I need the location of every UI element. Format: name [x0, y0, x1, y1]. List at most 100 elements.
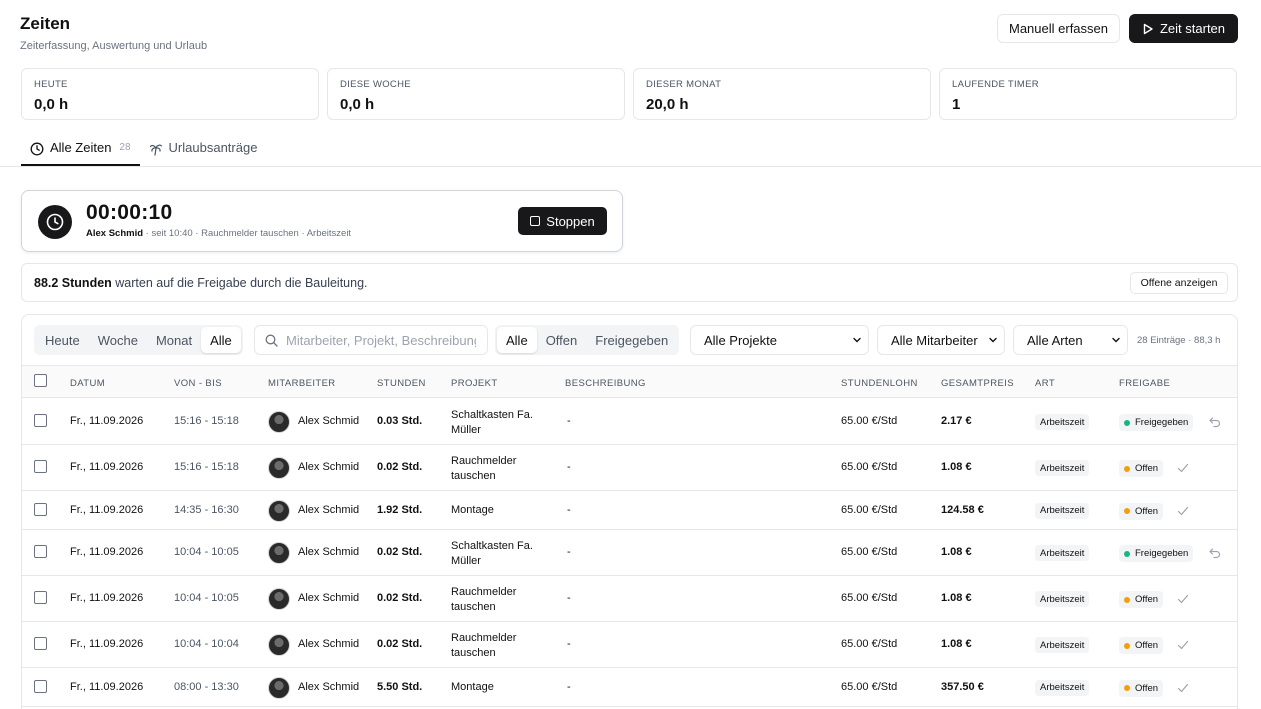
- tab-divider: [0, 166, 1261, 167]
- project-select-value: Alle Projekte: [704, 332, 777, 348]
- cell-date: Fr., 11.09.2026: [70, 503, 144, 516]
- cell-project: Schaltkasten Fa. Müller: [451, 408, 533, 438]
- stat-value: 0,0 h: [34, 96, 69, 113]
- cell-description: -: [567, 546, 571, 558]
- table-row[interactable]: Fr., 11.09.2026 10:04 - 10:05 Alex Schmi…: [22, 576, 1237, 622]
- table-row[interactable]: Fr., 11.09.2026 15:16 - 15:18 Alex Schmi…: [22, 399, 1237, 445]
- cell-description: -: [567, 415, 571, 427]
- column-header: DATUM: [70, 378, 106, 389]
- approve-check-icon[interactable]: [1176, 504, 1190, 518]
- undo-icon[interactable]: [1208, 546, 1222, 560]
- undo-icon[interactable]: [1208, 415, 1222, 429]
- tab-all-times[interactable]: Alle Zeiten 28: [21, 137, 140, 166]
- approve-check-icon[interactable]: [1176, 461, 1190, 475]
- timer-user: Alex Schmid: [86, 228, 144, 239]
- stat-week: DIESE WOCHE 0,0 h: [327, 68, 625, 120]
- kind-select[interactable]: Alle Arten: [1013, 325, 1128, 355]
- row-checkbox[interactable]: [34, 414, 47, 427]
- kind-select-value: Alle Arten: [1027, 332, 1083, 348]
- timer-details: · seit 10:40 · Rauchmelder tauschen · Ar…: [143, 228, 352, 239]
- range-week[interactable]: Woche: [89, 327, 147, 353]
- row-checkbox[interactable]: [34, 460, 47, 473]
- table-row[interactable]: Fr., 11.09.2026 15:16 - 15:18 Alex Schmi…: [22, 445, 1237, 491]
- cell-total: 2.17 €: [941, 415, 972, 427]
- cell-time-range: 08:00 - 13:30: [174, 680, 239, 693]
- cell-date: Fr., 11.09.2026: [70, 592, 144, 604]
- page-header: Zeiten Zeiterfassung, Auswertung und Url…: [20, 14, 207, 52]
- cell-rate: 65.00 €/Std: [841, 546, 898, 558]
- chevron-down-icon: [989, 337, 997, 343]
- approve-check-icon[interactable]: [1176, 681, 1190, 695]
- cell-time-range: 15:16 - 15:18: [174, 461, 239, 473]
- column-header: BESCHREIBUNG: [565, 378, 646, 389]
- cell-time-range: 15:16 - 15:18: [174, 415, 239, 427]
- range-today[interactable]: Heute: [36, 327, 89, 353]
- status-all[interactable]: Alle: [497, 327, 537, 353]
- row-checkbox[interactable]: [34, 679, 47, 693]
- status-open[interactable]: Offen: [537, 327, 587, 353]
- cell-employee: Alex Schmid: [298, 680, 360, 693]
- row-checkbox[interactable]: [34, 502, 47, 516]
- banner-text: 88.2 Stunden warten auf die Freigabe dur…: [34, 276, 368, 290]
- project-line: Rauchmelder: [451, 455, 517, 467]
- select-all-checkbox[interactable]: [34, 374, 47, 387]
- tab-label: Urlaubsanträge: [168, 140, 258, 155]
- page-subtitle: Zeiterfassung, Auswertung und Urlaub: [20, 40, 208, 52]
- project-line: Rauchmelder: [451, 586, 517, 598]
- cell-total: 1.08 €: [941, 546, 972, 558]
- status-label: Freigegeben: [1135, 548, 1189, 559]
- cell-total: 1.08 €: [941, 592, 972, 604]
- row-checkbox[interactable]: [34, 637, 47, 650]
- start-timer-label: Zeit starten: [1159, 21, 1226, 36]
- row-checkbox[interactable]: [34, 545, 47, 558]
- status-approved[interactable]: Freigegeben: [586, 327, 677, 353]
- show-open-button[interactable]: Offene anzeigen: [1130, 272, 1228, 294]
- cell-employee: Alex Schmid: [298, 415, 360, 427]
- project-select[interactable]: Alle Projekte: [690, 325, 869, 355]
- play-icon: [1143, 23, 1153, 34]
- approve-check-icon[interactable]: [1176, 638, 1190, 652]
- search-input[interactable]: [286, 332, 476, 348]
- cell-employee: Alex Schmid: [298, 461, 360, 473]
- start-timer-button[interactable]: Zeit starten: [1129, 14, 1238, 43]
- cell-project: Schaltkasten Fa. Müller: [451, 539, 533, 569]
- project-line: Müller: [451, 555, 481, 567]
- cell-project: Rauchmelder tauschen: [451, 631, 516, 661]
- kind-badge: Arbeitszeit: [1035, 637, 1090, 653]
- cell-project: Montage: [451, 680, 494, 693]
- range-month[interactable]: Monat: [147, 327, 201, 353]
- status-dot: [1124, 596, 1130, 603]
- tab-vacation-requests[interactable]: Urlaubsanträge: [140, 137, 267, 166]
- cell-time-range: 10:04 - 10:04: [174, 638, 239, 650]
- status-dot: [1124, 419, 1130, 426]
- manual-entry-button[interactable]: Manuell erfassen: [997, 14, 1120, 43]
- status-dot: [1124, 465, 1130, 472]
- cell-employee: Alex Schmid: [298, 503, 360, 516]
- cell-date: Fr., 11.09.2026: [70, 680, 144, 693]
- project-line: tauschen: [451, 601, 496, 613]
- timer-clock-icon: [38, 205, 72, 239]
- status-label: Freigegeben: [1135, 417, 1189, 428]
- cell-rate: 65.00 €/Std: [841, 415, 898, 427]
- table-row[interactable]: Fr., 11.09.2026 14:35 - 16:30 Alex Schmi…: [22, 491, 1237, 530]
- column-header: STUNDENLOHN: [841, 378, 918, 389]
- project-line: Müller: [451, 424, 481, 436]
- row-checkbox[interactable]: [34, 591, 47, 604]
- table-row[interactable]: Fr., 11.09.2026 10:04 - 10:04 Alex Schmi…: [22, 622, 1237, 668]
- running-timer-card: 00:00:10 Alex Schmid · seit 10:40 · Rauc…: [21, 190, 623, 252]
- project-line: Schaltkasten Fa.: [451, 409, 533, 421]
- employee-select[interactable]: Alle Mitarbeiter: [877, 325, 1005, 355]
- stop-icon: [530, 216, 541, 226]
- status-badge: Freigegeben: [1119, 414, 1194, 431]
- cell-hours: 0.03 Std.: [377, 415, 423, 427]
- page-title: Zeiten: [20, 14, 71, 33]
- tab-label: Alle Zeiten: [50, 140, 112, 155]
- status-label: Offen: [1135, 463, 1159, 474]
- stat-label: DIESE WOCHE: [340, 79, 411, 90]
- table-row[interactable]: Fr., 11.09.2026 08:00 - 13:30 Alex Schmi…: [22, 668, 1237, 707]
- avatar: [268, 411, 290, 433]
- approve-check-icon[interactable]: [1176, 592, 1190, 606]
- table-row[interactable]: Fr., 11.09.2026 10:04 - 10:05 Alex Schmi…: [22, 530, 1237, 576]
- stop-timer-button[interactable]: Stoppen: [518, 207, 607, 235]
- range-all[interactable]: Alle: [201, 327, 241, 353]
